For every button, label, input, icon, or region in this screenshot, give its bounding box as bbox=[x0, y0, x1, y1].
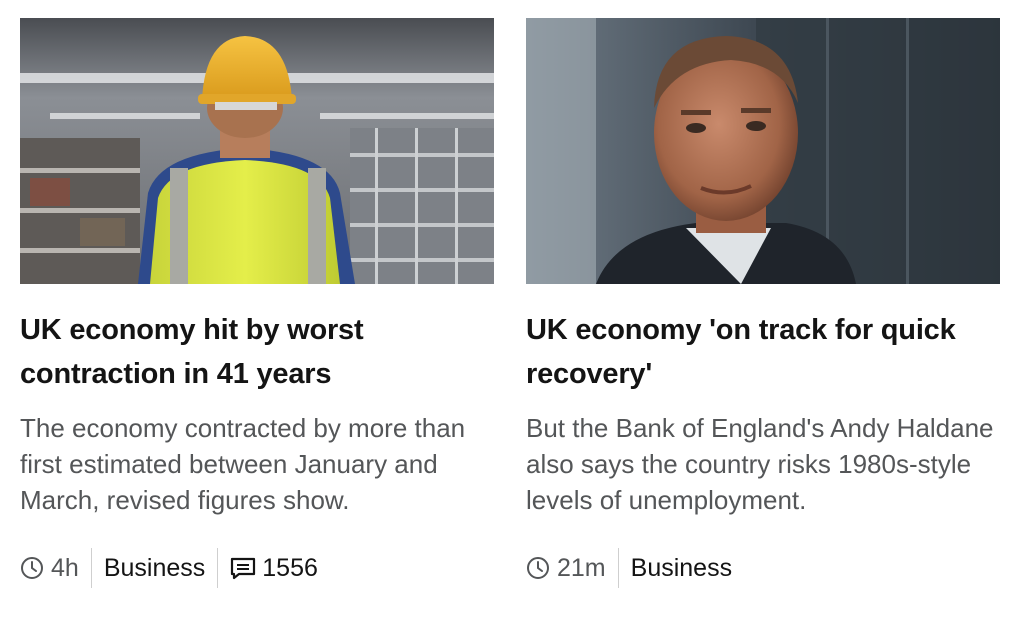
story-card: UK economy hit by worst contraction in 4… bbox=[20, 18, 494, 518]
story-meta: 4h Business 1556 bbox=[20, 548, 318, 588]
portrait-image bbox=[526, 18, 1000, 284]
story-card: UK economy 'on track for quick recovery'… bbox=[526, 18, 1000, 518]
story-image[interactable] bbox=[526, 18, 1000, 284]
story-timestamp: 21m bbox=[526, 548, 619, 588]
story-headline[interactable]: UK economy 'on track for quick recovery' bbox=[526, 308, 1000, 396]
section-link[interactable]: Business bbox=[92, 548, 219, 588]
timestamp-text: 21m bbox=[557, 553, 606, 582]
comment-icon bbox=[231, 557, 256, 580]
story-timestamp: 4h bbox=[20, 548, 92, 588]
story-meta: 21m Business bbox=[526, 548, 744, 588]
story-image[interactable] bbox=[20, 18, 494, 284]
story-summary: The economy contracted by more than firs… bbox=[20, 413, 466, 515]
story-headline[interactable]: UK economy hit by worst contraction in 4… bbox=[20, 308, 494, 396]
timestamp-text: 4h bbox=[51, 553, 79, 582]
clock-icon bbox=[527, 557, 549, 579]
comments-link[interactable]: 1556 bbox=[218, 554, 318, 583]
section-link[interactable]: Business bbox=[619, 548, 744, 588]
clock-icon bbox=[21, 557, 43, 579]
story-summary: But the Bank of England's Andy Haldane a… bbox=[526, 413, 994, 515]
comments-count: 1556 bbox=[262, 553, 318, 582]
warehouse-worker-image bbox=[20, 18, 494, 284]
